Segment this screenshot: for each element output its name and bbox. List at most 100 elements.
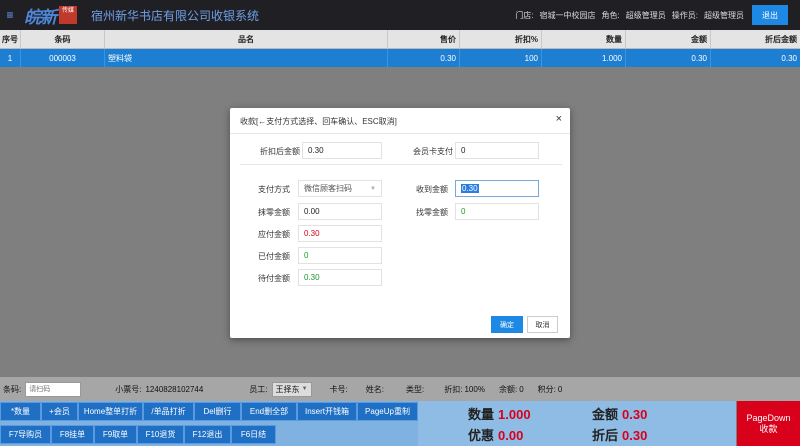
barcode-input[interactable]	[25, 381, 82, 397]
summary-qty: 数量 1.000	[468, 404, 531, 423]
pending-label: 待付金额	[258, 274, 290, 283]
summary-after: 折后 0.30	[592, 425, 647, 444]
after-discount-label: 折扣后金额	[260, 147, 300, 156]
operator-value: 超级管理员	[704, 10, 744, 20]
cell-discount: 100	[460, 49, 542, 67]
pending-field: 0.30	[298, 269, 382, 286]
payment-dialog: 收款[←支付方式选择、回车确认、ESC取消] × 折扣后金额 0.30 会员卡支…	[230, 108, 570, 338]
summary-qty-label: 数量	[468, 407, 495, 422]
close-icon[interactable]: ×	[556, 113, 562, 125]
points-label: 积分:	[537, 384, 556, 394]
logo-text: 皖新	[24, 7, 57, 28]
due-field: 0.30	[298, 225, 382, 242]
fkey-open-drawer[interactable]: Insert开钱箱	[297, 402, 357, 421]
pay-method-label: 支付方式	[258, 185, 290, 194]
col-header-after-amount: 折后金额	[765, 34, 797, 44]
dialog-title: 收款[←支付方式选择、回车确认、ESC取消]	[240, 117, 397, 126]
fkey-guide[interactable]: F7导购员	[0, 425, 51, 444]
cell-after-amount: 0.30	[781, 53, 797, 63]
fkey-recall-order[interactable]: F9取单	[94, 425, 137, 444]
fkey-return[interactable]: F10退货	[137, 425, 184, 444]
col-header-qty: 数量	[542, 30, 626, 48]
received-label: 收到金额	[416, 185, 448, 194]
fkey-order-discount[interactable]: Home整单打折	[78, 402, 143, 421]
summary-discount: 优惠 0.00	[468, 425, 523, 444]
table-row[interactable]: 1 000003 塑料袋 0.30 100 1.000 0.30 0.30	[0, 49, 800, 67]
points-value: 0	[557, 384, 563, 394]
fkey-quantity[interactable]: *数量	[0, 402, 41, 421]
col-header-code: 条码	[21, 30, 105, 48]
staff-value: 王择东	[275, 384, 300, 394]
staff-label: 员工:	[249, 384, 268, 394]
role-label: 角色:	[601, 10, 620, 20]
change-field: 0	[455, 203, 539, 220]
cell-no: 1	[0, 49, 21, 67]
member-pay-label: 会员卡支付	[413, 147, 453, 156]
summary-discount-value: 0.00	[498, 428, 524, 443]
staff-select[interactable]: 王择东 ▼	[271, 381, 312, 397]
summary-discount-label: 优惠	[468, 428, 495, 443]
received-value: 0.30	[461, 184, 479, 193]
confirm-button[interactable]: 确定	[491, 316, 523, 333]
chevron-down-icon: ▼	[370, 186, 376, 192]
member-name-label: 姓名:	[365, 384, 385, 394]
summary-amount-label: 金额	[592, 407, 619, 422]
after-discount-field[interactable]: 0.30	[302, 142, 382, 159]
logout-button[interactable]: 退出	[752, 5, 788, 25]
ticket-value: 1240828102744	[145, 384, 204, 394]
app-header: ≡ 皖新 传媒 宿州新华书店有限公司收银系统 门店: 宿城一中校园店 角色: 超…	[0, 0, 800, 30]
fkey-hold-order[interactable]: F8挂单	[51, 425, 94, 444]
ticket-label: 小票号:	[115, 384, 142, 394]
header-user-info: 门店: 宿城一中校园店 角色: 超级管理员 操作员: 超级管理员 退出	[515, 0, 800, 30]
fkey-reset[interactable]: PageUp重制	[357, 402, 418, 421]
member-pay-field[interactable]: 0	[455, 142, 539, 159]
cell-qty: 1.000	[542, 49, 626, 67]
fkey-member[interactable]: +会员	[41, 402, 78, 421]
summary-amount: 金额 0.30	[592, 404, 647, 423]
info-bar: 条码: 小票号: 1240828102744 员工: 王择东 ▼ 卡号: 姓名:…	[0, 377, 800, 401]
role-value: 超级管理员	[625, 10, 666, 20]
member-discount-label: 折扣:	[444, 384, 463, 394]
round-label: 抹零金额	[258, 208, 290, 217]
summary-amount-value: 0.30	[622, 407, 648, 422]
member-discount-value: 100%	[464, 384, 485, 394]
barcode-label: 条码:	[3, 384, 22, 394]
received-input[interactable]: 0.30	[455, 180, 539, 197]
due-label: 应付金额	[258, 230, 290, 239]
col-header-name: 品名	[105, 30, 388, 48]
col-header-no: 序号	[0, 30, 21, 48]
col-header-discount: 折扣%	[460, 30, 542, 48]
logo-badge: 传媒	[59, 6, 77, 24]
fkey-delete-all[interactable]: End删全部	[241, 402, 297, 421]
summary-after-label: 折后	[592, 428, 619, 443]
chevron-down-icon: ▼	[301, 386, 308, 392]
summary-after-value: 0.30	[622, 428, 648, 443]
logo: 皖新 传媒	[24, 4, 77, 28]
change-label: 找零金额	[416, 208, 448, 217]
cell-code: 000003	[21, 49, 105, 67]
col-header-amount: 金额	[626, 30, 711, 48]
fkey-delete-row[interactable]: Del删行	[194, 402, 241, 421]
balance-value: 0	[519, 384, 524, 394]
col-header-price: 售价	[388, 30, 460, 48]
cancel-button[interactable]: 取消	[527, 316, 558, 333]
cell-name: 塑料袋	[105, 49, 388, 67]
pay-method-select[interactable]: 微信顾客扫码 ▼	[298, 180, 382, 197]
checkout-label: 收款	[759, 423, 778, 434]
member-type-label: 类型:	[406, 384, 425, 394]
fkey-daily-close[interactable]: F6日结	[231, 425, 276, 444]
round-field[interactable]: 0.00	[298, 203, 382, 220]
fkey-item-discount[interactable]: /单品打折	[143, 402, 194, 421]
checkout-button[interactable]: PageDown 收款	[737, 401, 800, 446]
card-label: 卡号:	[329, 384, 348, 394]
fkey-exit[interactable]: F12退出	[184, 425, 231, 444]
checkout-key-label: PageDown	[746, 412, 791, 423]
function-keys: *数量 +会员 Home整单打折 /单品打折 Del删行 End删全部 Inse…	[0, 401, 418, 446]
store-label: 门店:	[515, 10, 534, 20]
menu-icon[interactable]: ≡	[0, 8, 20, 22]
summary-panel: 数量 1.000 金额 0.30 优惠 0.00 折后 0.30	[418, 401, 736, 446]
section-divider	[240, 164, 562, 165]
pay-method-value: 微信顾客扫码	[304, 184, 352, 193]
store-value: 宿城一中校园店	[539, 10, 596, 20]
summary-qty-value: 1.000	[498, 407, 531, 422]
